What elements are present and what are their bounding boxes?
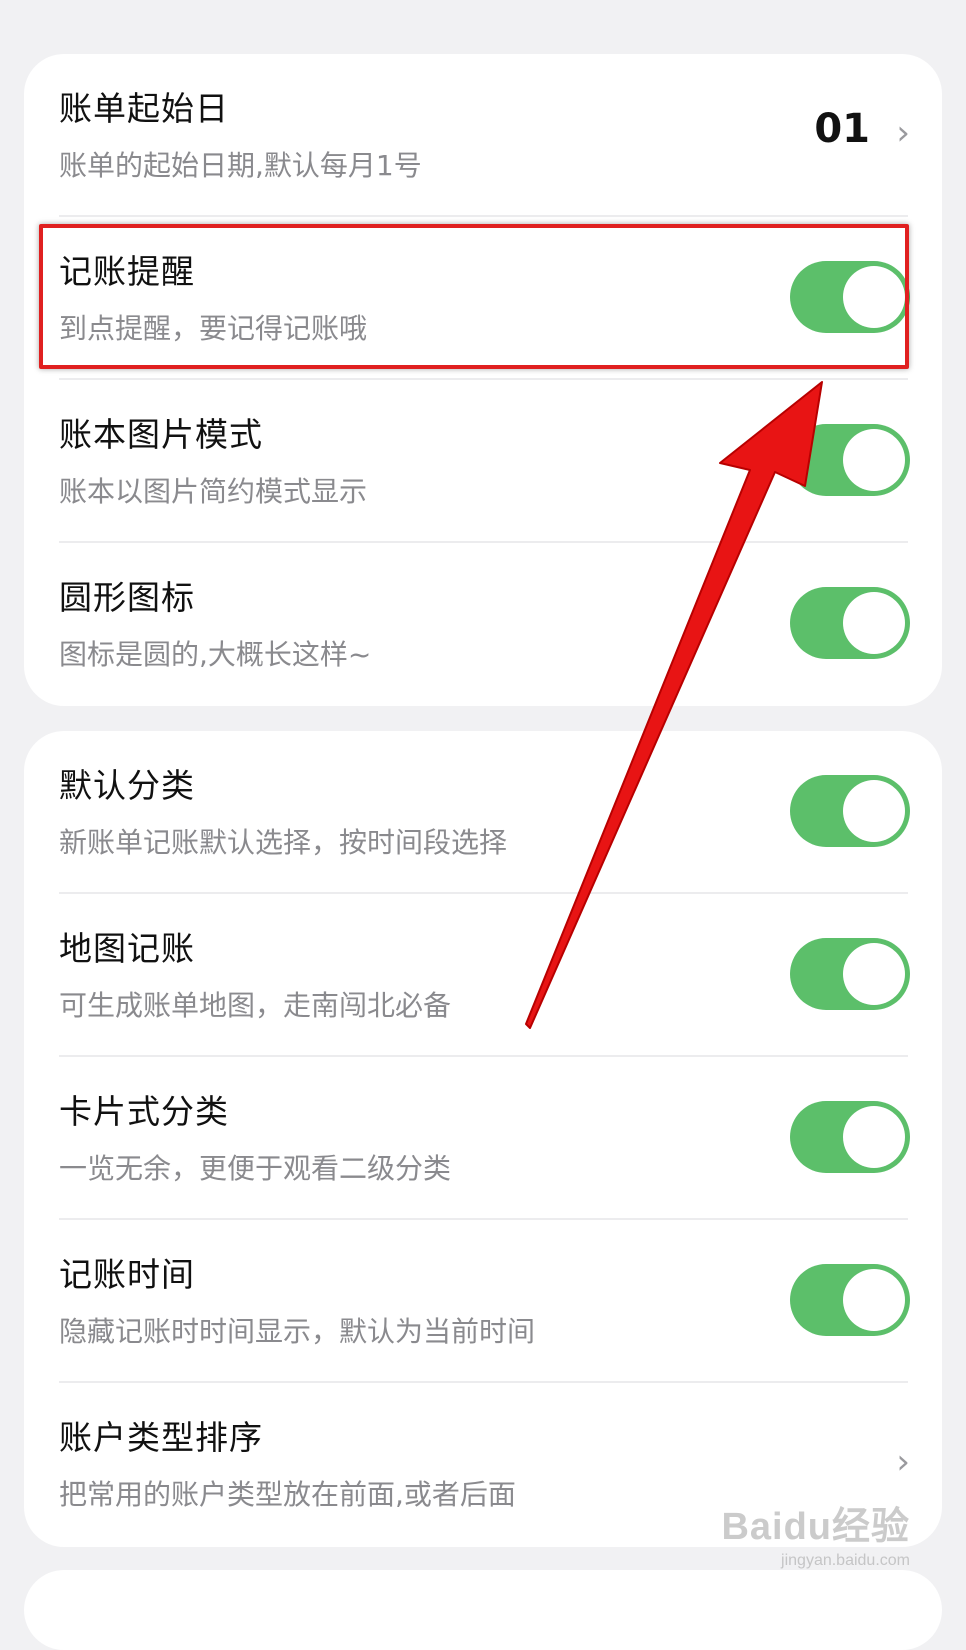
- map-bookkeeping-subtitle: 可生成账单地图，走南闯北必备: [59, 989, 452, 1022]
- bill-start-day-title: 账单起始日: [59, 89, 229, 128]
- chevron-right-icon: ›: [896, 113, 910, 153]
- chevron-right-icon: ›: [896, 1442, 910, 1482]
- highlight-box: [39, 224, 909, 369]
- image-mode-row: 账本图片模式 账本以图片简约模式显示: [24, 380, 942, 543]
- watermark-url: jingyan.baidu.com: [781, 1552, 910, 1569]
- toggle-knob: [843, 1269, 905, 1331]
- card-category-title: 卡片式分类: [59, 1092, 229, 1131]
- toggle-knob: [843, 592, 905, 654]
- image-mode-title: 账本图片模式: [59, 415, 263, 454]
- image-mode-toggle[interactable]: [790, 424, 910, 496]
- watermark-logo: Baidu经验: [721, 1506, 910, 1548]
- toggle-knob: [843, 429, 905, 491]
- bookkeeping-time-subtitle: 隐藏记账时时间显示，默认为当前时间: [59, 1315, 536, 1348]
- map-bookkeeping-toggle[interactable]: [790, 938, 910, 1010]
- bookkeeping-time-title: 记账时间: [59, 1255, 195, 1294]
- card-category-toggle[interactable]: [790, 1101, 910, 1173]
- bookkeeping-time-row: 记账时间 隐藏记账时时间显示，默认为当前时间: [24, 1220, 942, 1383]
- map-bookkeeping-title: 地图记账: [59, 929, 195, 968]
- default-category-toggle[interactable]: [790, 775, 910, 847]
- round-icon-toggle[interactable]: [790, 587, 910, 659]
- bill-start-day-value: 01: [814, 106, 870, 152]
- round-icon-row: 圆形图标 图标是圆的,大概长这样~: [24, 543, 942, 706]
- card-category-subtitle: 一览无余，更便于观看二级分类: [59, 1152, 452, 1185]
- default-category-subtitle: 新账单记账默认选择，按时间段选择: [59, 826, 508, 859]
- toggle-knob: [843, 1106, 905, 1168]
- bookkeeping-time-toggle[interactable]: [790, 1264, 910, 1336]
- account-type-sort-title: 账户类型排序: [59, 1418, 263, 1457]
- settings-card-1: 账单起始日 账单的起始日期,默认每月1号 01 › 记账提醒 到点提醒，要记得记…: [24, 54, 942, 706]
- default-category-title: 默认分类: [59, 766, 195, 805]
- round-icon-subtitle: 图标是圆的,大概长这样~: [59, 638, 372, 671]
- card-category-row: 卡片式分类 一览无余，更便于观看二级分类: [24, 1057, 942, 1220]
- default-category-row: 默认分类 新账单记账默认选择，按时间段选择: [24, 731, 942, 894]
- watermark: Baidu经验 jingyan.baidu.com: [721, 1495, 910, 1570]
- round-icon-title: 圆形图标: [59, 578, 195, 617]
- toggle-knob: [843, 943, 905, 1005]
- image-mode-subtitle: 账本以图片简约模式显示: [59, 475, 368, 508]
- bill-start-day-row[interactable]: 账单起始日 账单的起始日期,默认每月1号 01 ›: [24, 54, 942, 217]
- toggle-knob: [843, 780, 905, 842]
- settings-card-2: 默认分类 新账单记账默认选择，按时间段选择 地图记账 可生成账单地图，走南闯北必…: [24, 731, 942, 1547]
- bill-start-day-subtitle: 账单的起始日期,默认每月1号: [59, 149, 422, 182]
- map-bookkeeping-row: 地图记账 可生成账单地图，走南闯北必备: [24, 894, 942, 1057]
- account-type-sort-subtitle: 把常用的账户类型放在前面,或者后面: [59, 1478, 516, 1511]
- settings-card-3: [24, 1570, 942, 1650]
